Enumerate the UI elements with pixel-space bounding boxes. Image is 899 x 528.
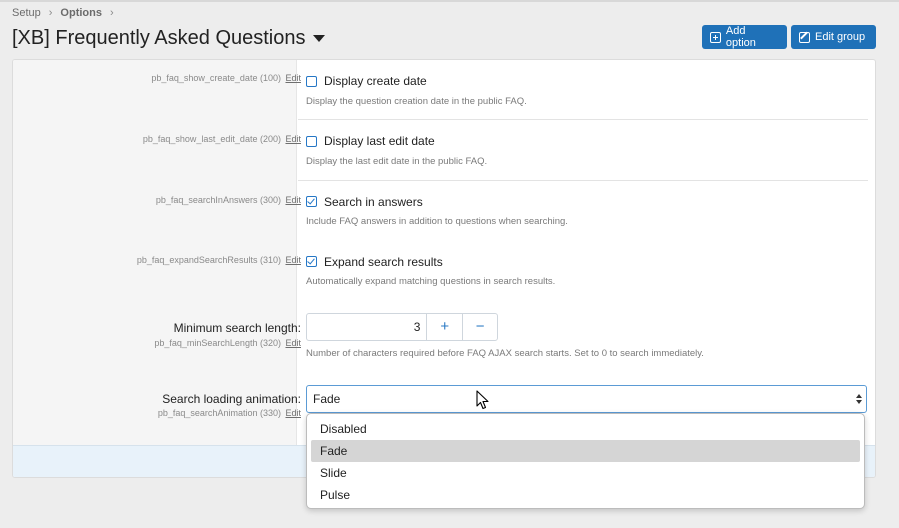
option-description: Automatically expand matching questions …: [306, 276, 556, 287]
option-key-text: pb_faq_searchInAnswers (300): [155, 195, 281, 205]
row-divider: [298, 119, 868, 120]
show-create-date-checkbox[interactable]: [306, 76, 317, 87]
select-value: Fade: [313, 392, 341, 406]
search-animation-label: Search loading animation:: [162, 392, 301, 406]
row-divider: [298, 180, 868, 181]
min-search-length-input[interactable]: 3: [307, 314, 428, 340]
plus-square-icon: [710, 31, 721, 43]
option-key: pb_faq_show_create_date (100) Edit: [151, 73, 301, 83]
option-label[interactable]: Expand search results: [324, 255, 443, 269]
min-search-length-stepper: 3 + −: [306, 313, 498, 341]
breadcrumb-options[interactable]: Options: [60, 7, 102, 19]
page-title-text: [XB] Frequently Asked Questions: [12, 27, 306, 49]
option-keys-column: [13, 60, 297, 445]
option-key: pb_faq_show_last_edit_date (200) Edit: [143, 134, 301, 144]
option-description: Number of characters required before FAQ…: [306, 348, 704, 359]
add-option-label: Add option: [725, 25, 756, 49]
option-key-text: pb_faq_show_create_date (100): [151, 73, 281, 83]
edit-link[interactable]: Edit: [285, 255, 301, 265]
search-in-answers-checkbox[interactable]: [306, 196, 317, 207]
chevron-right-icon: ›: [109, 7, 114, 19]
search-animation-dropdown: Disabled Fade Slide Pulse: [306, 413, 865, 509]
option-description: Display the question creation date in th…: [306, 96, 527, 107]
option-key-text: pb_faq_minSearchLength (320): [154, 338, 281, 348]
option-key: pb_faq_minSearchLength (320) Edit: [154, 338, 301, 348]
edit-link[interactable]: Edit: [285, 195, 301, 205]
option-label[interactable]: Search in answers: [324, 195, 423, 209]
increment-button[interactable]: +: [427, 314, 462, 340]
mouse-cursor-icon: [476, 390, 489, 410]
search-animation-select[interactable]: Fade: [306, 385, 867, 413]
edit-link[interactable]: Edit: [285, 73, 301, 83]
edit-link[interactable]: Edit: [285, 338, 301, 348]
expand-search-results-checkbox[interactable]: [306, 256, 317, 267]
show-last-edit-date-checkbox[interactable]: [306, 136, 317, 147]
select-arrows-icon: [856, 394, 862, 404]
edit-group-button[interactable]: Edit group: [791, 25, 876, 49]
edit-icon: [799, 31, 810, 43]
chevron-right-icon: ›: [48, 7, 53, 19]
option-label[interactable]: Display last edit date: [324, 134, 435, 148]
edit-link[interactable]: Edit: [285, 408, 301, 418]
edit-group-label: Edit group: [815, 31, 866, 43]
dropdown-option-pulse[interactable]: Pulse: [311, 484, 860, 506]
breadcrumb: Setup › Options ›: [12, 7, 122, 19]
edit-link[interactable]: Edit: [285, 134, 301, 144]
dropdown-option-slide[interactable]: Slide: [311, 462, 860, 484]
add-option-button[interactable]: Add option: [702, 25, 787, 49]
option-key: pb_faq_searchAnimation (330) Edit: [158, 408, 301, 418]
decrement-button[interactable]: −: [462, 314, 497, 340]
top-border: [0, 0, 899, 2]
breadcrumb-setup[interactable]: Setup: [12, 7, 41, 19]
option-description: Display the last edit date in the public…: [306, 156, 488, 167]
min-search-length-label: Minimum search length:: [173, 321, 301, 335]
dropdown-option-fade[interactable]: Fade: [311, 440, 860, 462]
option-description: Include FAQ answers in addition to quest…: [306, 216, 568, 227]
option-key-text: pb_faq_show_last_edit_date (200): [142, 134, 281, 144]
option-label[interactable]: Display create date: [324, 74, 427, 88]
option-key-text: pb_faq_expandSearchResults (310): [136, 255, 281, 265]
option-key: pb_faq_searchInAnswers (300) Edit: [156, 195, 301, 205]
caret-down-icon[interactable]: [312, 35, 325, 42]
dropdown-option-disabled[interactable]: Disabled: [311, 418, 860, 440]
option-key: pb_faq_expandSearchResults (310) Edit: [137, 255, 301, 265]
page-title[interactable]: [XB] Frequently Asked Questions: [12, 27, 325, 50]
option-key-text: pb_faq_searchAnimation (330): [157, 408, 281, 418]
